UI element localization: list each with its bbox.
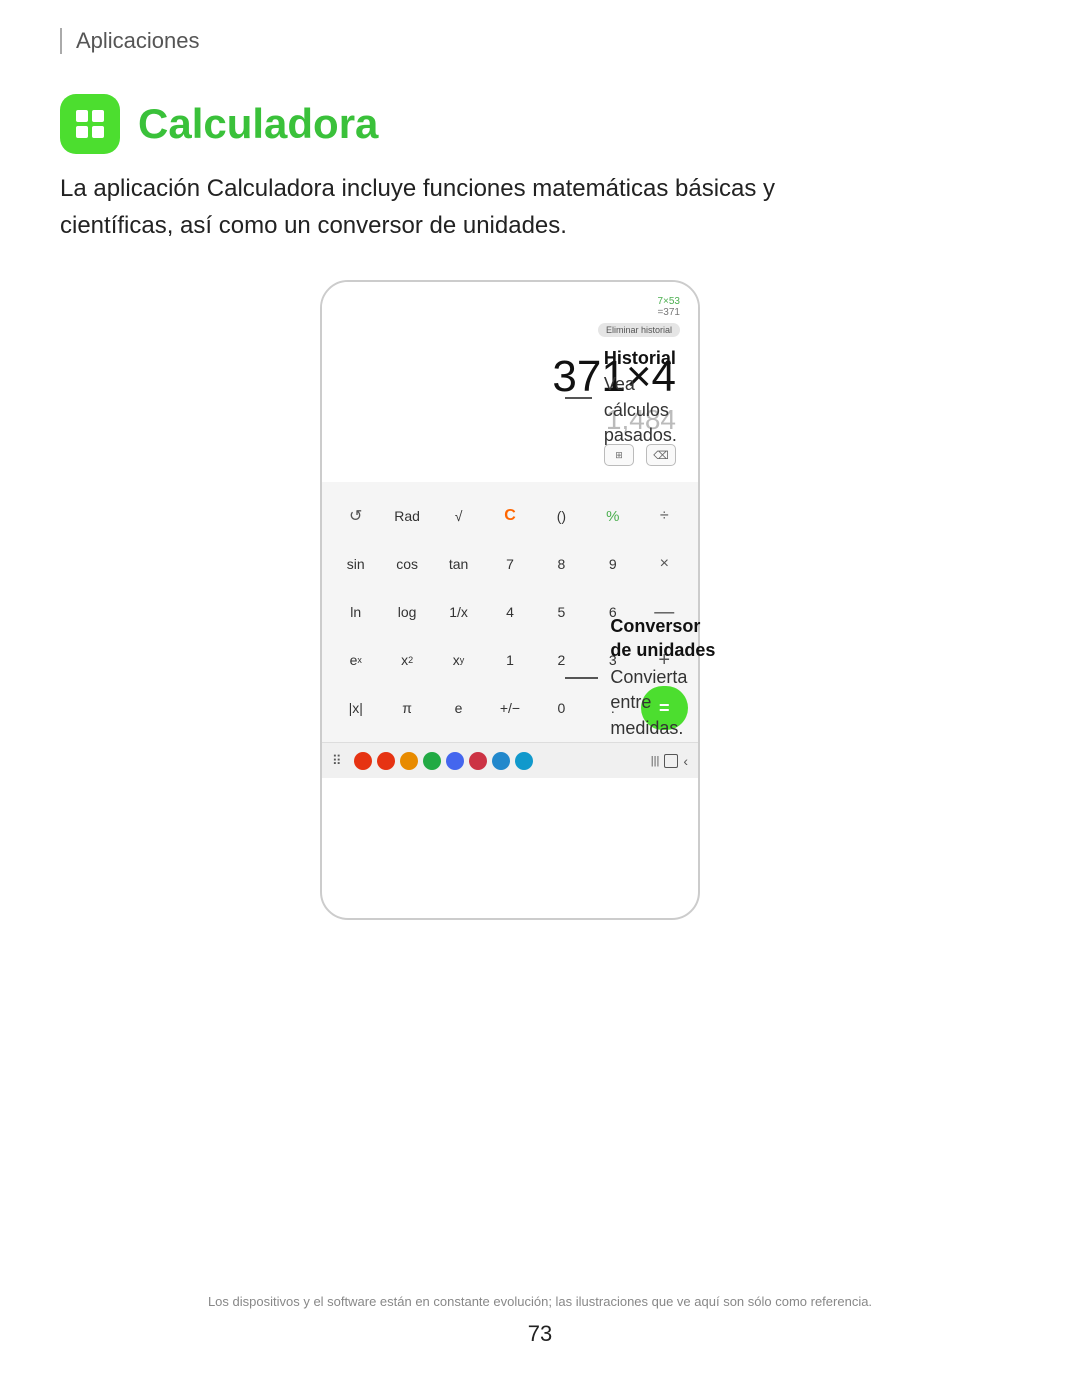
btn-log[interactable]: log: [383, 590, 430, 634]
btn-multiply[interactable]: ×: [641, 542, 688, 586]
annotation-historial-title: Historial: [604, 348, 700, 369]
btn-pi[interactable]: π: [383, 686, 430, 730]
clear-history-btn[interactable]: Eliminar historial: [598, 323, 680, 337]
btn-exp[interactable]: ex: [332, 638, 379, 682]
footer-note: Los dispositivos y el software están en …: [0, 1294, 1080, 1309]
history-equation: 7×53: [340, 296, 680, 307]
page-description: La aplicación Calculadora incluye funcio…: [0, 170, 900, 280]
btn-cos[interactable]: cos: [383, 542, 430, 586]
taskbar-app-7[interactable]: [492, 752, 510, 770]
btn-8[interactable]: 8: [538, 542, 585, 586]
annotation-conversor: Conversor de unidades Convierta entre me…: [565, 615, 717, 740]
btn-parens[interactable]: (): [538, 494, 585, 538]
app-icon: [60, 94, 120, 154]
btn-4[interactable]: 4: [486, 590, 533, 634]
btn-1[interactable]: 1: [486, 638, 533, 682]
taskbar-app-6[interactable]: [469, 752, 487, 770]
annotation-historial: Historial Vea cálculos pasados.: [565, 348, 700, 448]
annotation-historial-text: Vea cálculos pasados.: [604, 372, 700, 448]
btn-square[interactable]: x2: [383, 638, 430, 682]
page-section-label: Aplicaciones: [76, 28, 200, 53]
annotation-conversor-title: Conversor de unidades: [610, 615, 717, 662]
android-navbar: ⠿ ||| ‹: [322, 742, 698, 778]
taskbar-app-3[interactable]: [400, 752, 418, 770]
btn-rad[interactable]: Rad: [383, 494, 430, 538]
system-nav-icons: ||| ‹: [651, 753, 688, 769]
btn-rotate[interactable]: ↺: [332, 494, 379, 538]
taskbar-app-1[interactable]: [354, 752, 372, 770]
nav-lines-icon[interactable]: |||: [651, 755, 660, 767]
btn-ln[interactable]: ln: [332, 590, 379, 634]
btn-abs[interactable]: |x|: [332, 686, 379, 730]
btn-9[interactable]: 9: [589, 542, 636, 586]
taskbar-app-2[interactable]: [377, 752, 395, 770]
taskbar-apps: [354, 752, 645, 770]
btn-negate[interactable]: +/−: [486, 686, 533, 730]
taskbar-app-4[interactable]: [423, 752, 441, 770]
btn-divide[interactable]: ÷: [641, 494, 688, 538]
btn-euler[interactable]: e: [435, 686, 482, 730]
nav-square-icon[interactable]: [664, 754, 678, 768]
nav-back-icon[interactable]: ‹: [683, 753, 688, 769]
btn-power[interactable]: xy: [435, 638, 482, 682]
btn-7[interactable]: 7: [486, 542, 533, 586]
taskbar-app-5[interactable]: [446, 752, 464, 770]
btn-percent[interactable]: %: [589, 494, 636, 538]
page-number: 73: [0, 1321, 1080, 1347]
history-result: =371: [340, 307, 680, 318]
btn-tan[interactable]: tan: [435, 542, 482, 586]
btn-clear[interactable]: C: [486, 494, 533, 538]
apps-grid-icon[interactable]: ⠿: [332, 753, 342, 769]
annotation-conversor-text: Convierta entre medidas.: [610, 665, 717, 741]
btn-reciprocal[interactable]: 1/x: [435, 590, 482, 634]
taskbar-app-8[interactable]: [515, 752, 533, 770]
btn-sin[interactable]: sin: [332, 542, 379, 586]
page-title: Calculadora: [138, 100, 378, 148]
btn-sqrt[interactable]: √: [435, 494, 482, 538]
